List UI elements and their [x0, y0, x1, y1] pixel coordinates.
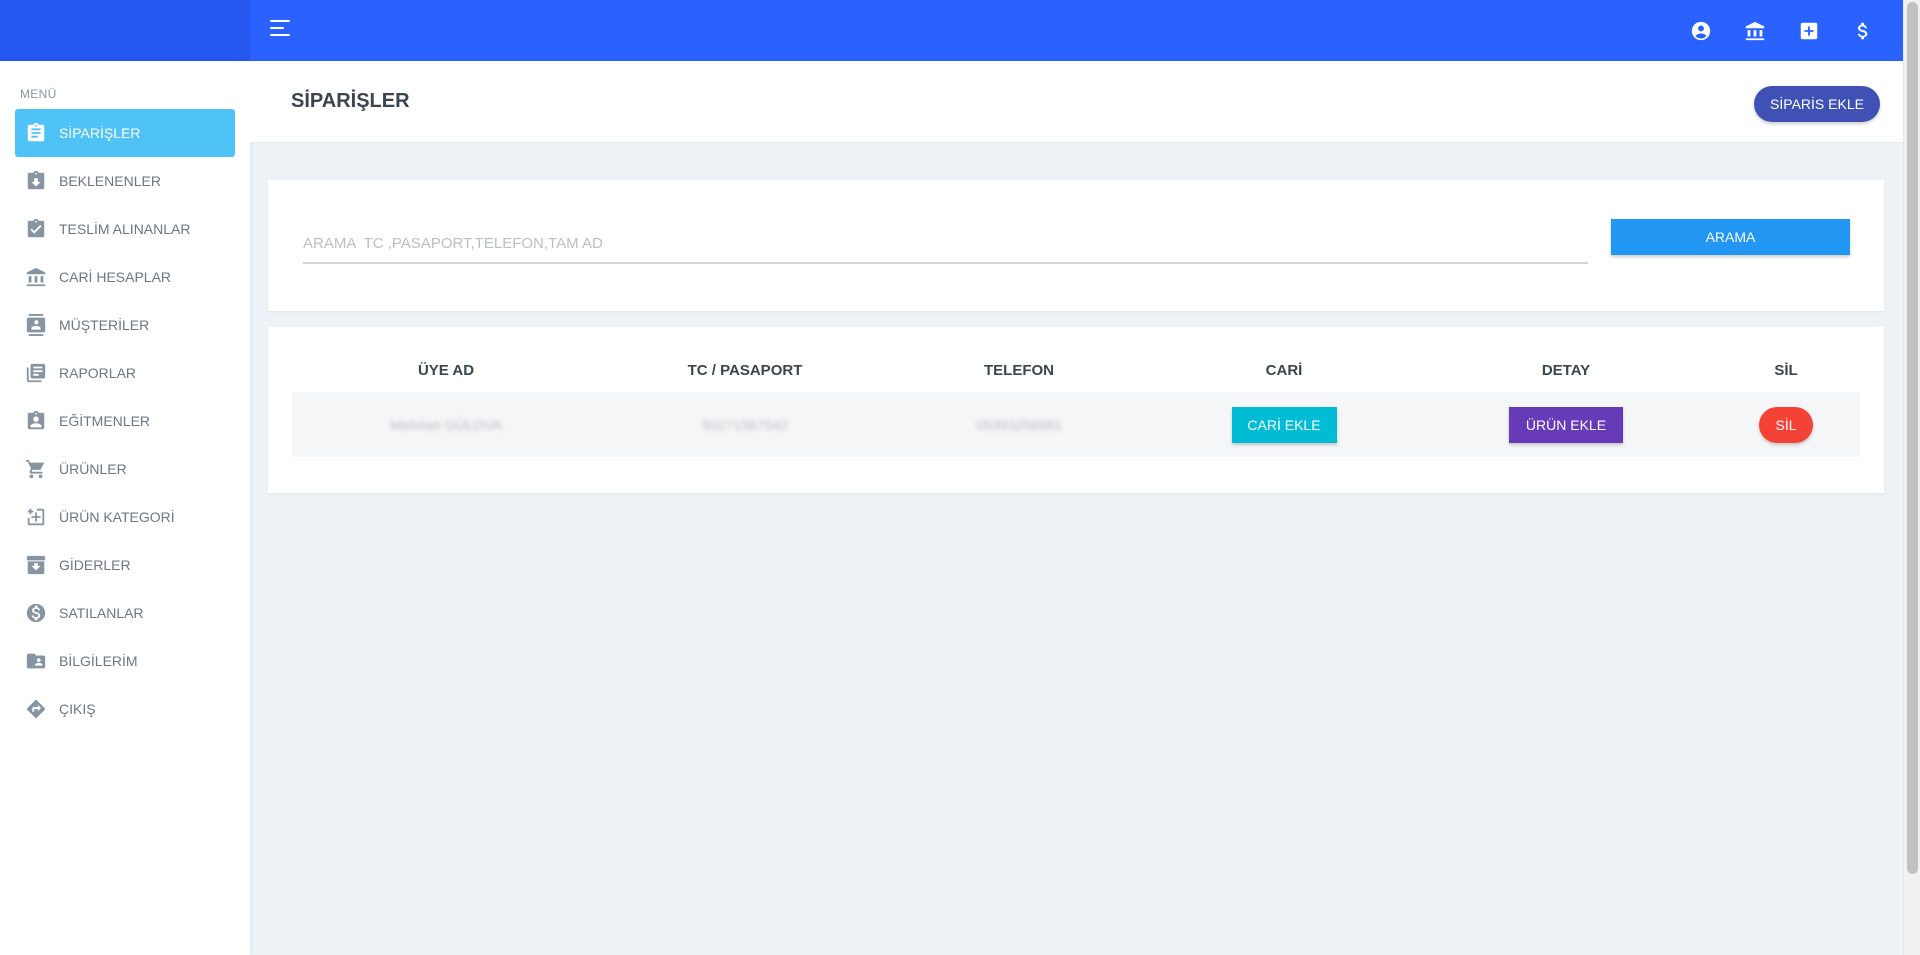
- add-product-button[interactable]: ÜRÜN EKLE: [1509, 406, 1623, 443]
- cart-icon: [25, 458, 47, 480]
- sidebar-item-label: ÜRÜN KATEGORİ: [59, 509, 175, 525]
- delete-cell: SİL: [1712, 406, 1860, 443]
- id-number-cell: 50271567542: [702, 416, 788, 433]
- sidebar-item-urun-kategori[interactable]: ÜRÜN KATEGORİ: [15, 493, 235, 541]
- page-title: SİPARİŞLER: [291, 90, 410, 112]
- orders-table-card: ÜYE AD TC / PASAPORT TELEFON CARİ DETAY …: [268, 327, 1884, 493]
- clipboard-account-icon: [25, 410, 47, 432]
- detail-cell: ÜRÜN EKLE: [1420, 406, 1712, 443]
- sidebar-item-label: ÜRÜNLER: [59, 461, 127, 477]
- sidebar-item-raporlar[interactable]: RAPORLAR: [15, 349, 235, 397]
- sidebar-item-egitmenler[interactable]: EĞİTMENLER: [15, 397, 235, 445]
- sidebar-item-label: SİPARİŞLER: [59, 125, 141, 141]
- clipboard-check-icon: [25, 218, 47, 240]
- sidebar-item-satilanlar[interactable]: SATILANLAR: [15, 589, 235, 637]
- sidebar-menu: SİPARİŞLER BEKLENENLER TESLİM ALINANLAR …: [15, 109, 235, 733]
- sidebar-item-beklenenler[interactable]: BEKLENENLER: [15, 157, 235, 205]
- sidebar-item-label: TESLİM ALINANLAR: [59, 221, 191, 237]
- sidebar-item-label: MÜŞTERİLER: [59, 317, 150, 333]
- sidebar-item-cari-hesaplar[interactable]: CARİ HESAPLAR: [15, 253, 235, 301]
- sidebar-item-label: CARİ HESAPLAR: [59, 269, 172, 285]
- table-header: ÜYE AD TC / PASAPORT TELEFON CARİ DETAY …: [292, 349, 1860, 392]
- scrollbar-thumb[interactable]: [1907, 2, 1918, 874]
- sidebar-item-urunler[interactable]: ÜRÜNLER: [15, 445, 235, 493]
- sidebar-item-label: GİDERLER: [59, 557, 131, 573]
- menu-toggle-icon[interactable]: [270, 18, 292, 38]
- archive-arrow-icon: [25, 554, 47, 576]
- member-name-cell: Mehmet GÜLOVA: [390, 416, 502, 433]
- search-input[interactable]: [303, 224, 1588, 264]
- library-books-icon: [25, 362, 47, 384]
- vertical-scrollbar[interactable]: [1903, 0, 1920, 955]
- cari-cell: CARİ EKLE: [1148, 406, 1420, 443]
- category-plus-icon: [25, 506, 47, 528]
- plus-square-icon[interactable]: [1797, 19, 1821, 43]
- folder-account-icon: [25, 650, 47, 672]
- sidebar-item-giderler[interactable]: GİDERLER: [15, 541, 235, 589]
- phone-cell: 05393258981: [976, 416, 1062, 433]
- page-header: SİPARİŞLER SİPARİS EKLE: [250, 61, 1903, 143]
- search-button[interactable]: ARAMA: [1611, 219, 1850, 255]
- dollar-icon[interactable]: [1851, 19, 1875, 43]
- account-circle-icon[interactable]: [1689, 19, 1713, 43]
- sidebar-item-label: RAPORLAR: [59, 365, 137, 381]
- top-navbar: [0, 0, 1903, 61]
- bank-icon[interactable]: [1743, 19, 1767, 43]
- table-row: Mehmet GÜLOVA 50271567542 05393258981 CA…: [292, 392, 1860, 457]
- dollar-circle-icon: [25, 602, 47, 624]
- clipboard-arrow-down-icon: [25, 170, 47, 192]
- column-header-tc-pasaport: TC / PASAPORT: [687, 362, 803, 379]
- sidebar-item-bilgilerim[interactable]: BİLGİLERİM: [15, 637, 235, 685]
- topbar-icon-group: [1689, 0, 1875, 61]
- clipboard-text-icon: [25, 122, 47, 144]
- directions-icon: [25, 698, 47, 720]
- brand-area: [0, 0, 250, 61]
- sidebar-item-musteriler[interactable]: MÜŞTERİLER: [15, 301, 235, 349]
- sidebar-item-label: ÇIKIŞ: [59, 701, 96, 717]
- sidebar-item-siparisler[interactable]: SİPARİŞLER: [15, 109, 235, 157]
- menu-caption: MENÜ: [20, 87, 57, 101]
- column-header-detay: DETAY: [1541, 362, 1591, 379]
- column-header-telefon: TELEFON: [984, 362, 1054, 379]
- sidebar-item-teslim-alinanlar[interactable]: TESLİM ALINANLAR: [15, 205, 235, 253]
- sidebar-item-label: BİLGİLERİM: [59, 653, 138, 669]
- column-header-sil: SİL: [1774, 362, 1798, 379]
- contact-card-icon: [25, 314, 47, 336]
- bank-icon: [25, 266, 47, 288]
- sidebar: MENÜ SİPARİŞLER BEKLENENLER TESLİM ALINA…: [0, 61, 250, 955]
- sidebar-item-cikis[interactable]: ÇIKIŞ: [15, 685, 235, 733]
- sidebar-item-label: EĞİTMENLER: [59, 413, 151, 429]
- sidebar-item-label: BEKLENENLER: [59, 173, 161, 189]
- add-cari-button[interactable]: CARİ EKLE: [1231, 406, 1337, 443]
- delete-button[interactable]: SİL: [1759, 406, 1813, 443]
- column-header-uye-ad: ÜYE AD: [417, 362, 475, 379]
- add-order-button[interactable]: SİPARİS EKLE: [1754, 86, 1880, 122]
- column-header-cari: CARİ: [1265, 362, 1303, 379]
- search-card: ARAMA: [268, 180, 1884, 311]
- sidebar-item-label: SATILANLAR: [59, 605, 144, 621]
- orders-table: ÜYE AD TC / PASAPORT TELEFON CARİ DETAY …: [292, 349, 1860, 457]
